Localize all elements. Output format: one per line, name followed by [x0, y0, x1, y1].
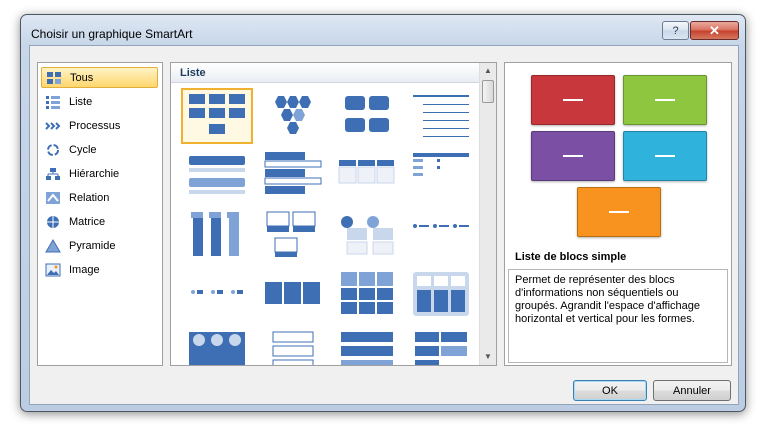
- category-liste[interactable]: Liste: [41, 91, 158, 112]
- horizontal-bullet-list-icon: [338, 160, 395, 184]
- cycle-icon: [45, 143, 61, 157]
- preview-block-green: [623, 75, 707, 125]
- category-label: Pyramide: [69, 239, 116, 252]
- scroll-up-icon[interactable]: ▲: [480, 63, 496, 79]
- preview-panel: Liste de blocs simple Permet de représen…: [504, 62, 732, 366]
- vertical-boxes-icon: [191, 212, 239, 256]
- preview-block-red: [531, 75, 615, 125]
- basic-block-list-icon: [189, 94, 245, 134]
- layout-thumbnail-tab-list[interactable]: [257, 146, 329, 202]
- category-pyramide[interactable]: Pyramide: [41, 235, 158, 256]
- layout-thumbnail-hexagon-cluster[interactable]: [257, 88, 329, 144]
- category-label: Relation: [69, 191, 110, 204]
- layout-thumbnail-circle-list[interactable]: [331, 206, 403, 262]
- circle-list-icon: [341, 216, 394, 255]
- category-label: Processus: [69, 119, 121, 132]
- layout-thumbnail-basic-block-list[interactable]: [181, 88, 253, 144]
- picture-captions-icon: [266, 211, 316, 257]
- rounded-blocks-icon: [345, 96, 389, 132]
- category-label: Cycle: [69, 143, 97, 156]
- category-label: Image: [69, 263, 100, 276]
- horizontal-blocks-icon: [265, 282, 320, 304]
- title-bar: Choisir un graphique SmartArt ? ✕: [21, 15, 745, 45]
- picture-icon: [45, 263, 61, 277]
- circle-columns-icon: [189, 332, 245, 365]
- layout-thumbnail-outlined-list[interactable]: [257, 326, 329, 365]
- category-list: Tous Liste Processus Cycle Hiérarchie Re…: [37, 62, 163, 366]
- dash-icon: [563, 99, 583, 101]
- layout-gallery: Liste ▲ ▼: [170, 62, 497, 366]
- category-label: Hiérarchie: [69, 167, 120, 180]
- category-processus[interactable]: Processus: [41, 115, 158, 136]
- description-text: Permet de représenter des blocs d'inform…: [515, 274, 701, 325]
- picture-blocks-icon: [413, 272, 469, 316]
- outlined-list-icon: [272, 331, 314, 365]
- category-image[interactable]: Image: [41, 259, 158, 280]
- layout-thumbnail-lined-list[interactable]: [405, 88, 477, 144]
- stacked-strips-icon: [341, 332, 393, 365]
- process-icon: [45, 119, 61, 133]
- pyramid-icon: [45, 238, 61, 253]
- help-button[interactable]: ?: [662, 21, 689, 40]
- help-icon: ?: [672, 24, 679, 37]
- layout-thumbnail-stacked-bars[interactable]: [181, 146, 253, 202]
- layout-thumbnail-picture-captions[interactable]: [257, 206, 329, 262]
- layout-thumbnail-vertical-bullet-list[interactable]: [405, 146, 477, 202]
- preview-block-purple: [531, 131, 615, 181]
- window-title: Choisir un graphique SmartArt: [31, 27, 193, 41]
- tab-list-icon: [264, 152, 322, 194]
- category-cycle[interactable]: Cycle: [41, 139, 158, 160]
- list-icon: [45, 95, 61, 109]
- layout-thumbnail-horizontal-bullet-list[interactable]: [331, 146, 403, 202]
- layout-thumbnail-vertical-boxes[interactable]: [181, 206, 253, 262]
- layout-thumbnail-rounded-blocks[interactable]: [331, 88, 403, 144]
- scroll-thumb[interactable]: [482, 80, 494, 103]
- dash-icon: [655, 99, 675, 101]
- gallery-scrollbar[interactable]: ▲ ▼: [479, 63, 496, 365]
- cancel-button[interactable]: Annuler: [653, 380, 731, 401]
- dialog-body: Tous Liste Processus Cycle Hiérarchie Re…: [29, 45, 739, 405]
- layout-thumbnail-stacked-strips[interactable]: [331, 326, 403, 365]
- layout-thumbnail-horizontal-blocks[interactable]: [257, 266, 329, 322]
- stacked-bars-icon: [189, 156, 245, 194]
- close-button[interactable]: ✕: [690, 21, 739, 40]
- layout-preview: [505, 63, 731, 243]
- category-matrice[interactable]: Matrice: [41, 211, 158, 232]
- gallery-header: Liste: [171, 63, 480, 83]
- category-hierarchie[interactable]: Hiérarchie: [41, 163, 158, 184]
- offset-strips-icon: [415, 332, 467, 365]
- layout-thumbnail-circle-columns[interactable]: [181, 326, 253, 365]
- layout-thumbnail-bullet-points[interactable]: [405, 206, 477, 262]
- lined-list-icon: [413, 95, 469, 137]
- dash-icon: [655, 155, 675, 157]
- scroll-down-icon[interactable]: ▼: [480, 349, 496, 365]
- dash-icon: [563, 155, 583, 157]
- layout-thumbnail-chevron-dots[interactable]: [181, 266, 253, 322]
- vertical-bullet-list-icon: [413, 153, 469, 176]
- layout-thumbnail-picture-blocks[interactable]: [405, 266, 477, 322]
- hierarchy-icon: [45, 167, 61, 181]
- ok-button[interactable]: OK: [573, 380, 647, 401]
- category-relation[interactable]: Relation: [41, 187, 158, 208]
- smartart-dialog: Choisir un graphique SmartArt ? ✕ Tous L…: [20, 14, 746, 412]
- layout-thumbnail-grid-blocks[interactable]: [331, 266, 403, 322]
- grid-blocks-icon: [341, 272, 393, 314]
- category-label: Tous: [70, 71, 94, 84]
- category-label: Liste: [69, 95, 93, 108]
- chevron-dots-icon: [191, 290, 243, 294]
- matrix-icon: [45, 215, 61, 229]
- category-tous[interactable]: Tous: [41, 67, 158, 88]
- preview-block-orange: [577, 187, 661, 237]
- relationship-icon: [45, 191, 61, 205]
- dash-icon: [609, 211, 629, 213]
- layout-description: Permet de représenter des blocs d'inform…: [508, 269, 728, 363]
- preview-block-cyan: [623, 131, 707, 181]
- hexagon-cluster-icon: [275, 96, 311, 134]
- layout-name: Liste de blocs simple: [515, 251, 627, 263]
- close-icon: ✕: [709, 22, 720, 38]
- bullet-points-icon: [413, 224, 469, 228]
- category-label: Matrice: [69, 215, 106, 228]
- layout-thumbnail-offset-strips[interactable]: [405, 326, 477, 365]
- all-layouts-icon: [46, 71, 62, 85]
